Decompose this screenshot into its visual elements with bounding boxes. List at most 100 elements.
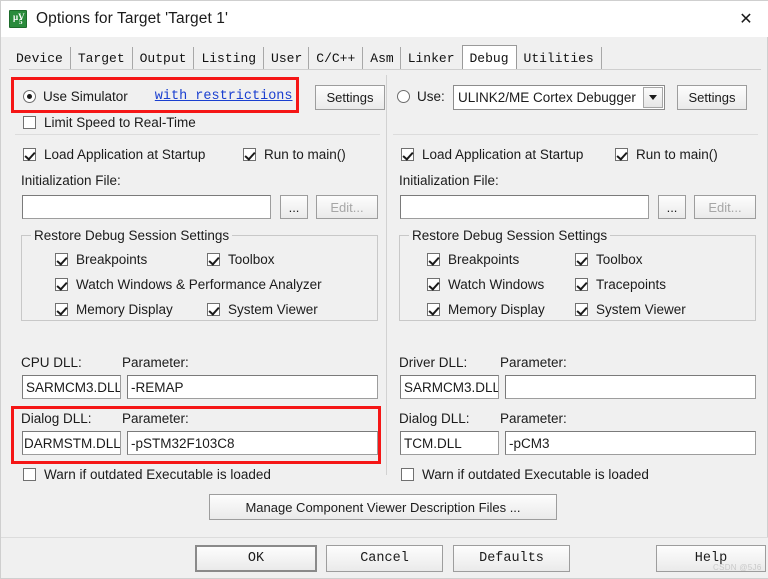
- tab-linker[interactable]: Linker: [400, 47, 463, 69]
- use-debugger-row[interactable]: Use:: [397, 89, 445, 104]
- restore-system-viewer-checkbox-right[interactable]: [575, 303, 588, 316]
- initialization-file-label-right: Initialization File:: [399, 173, 499, 188]
- restore-memory-display-checkbox-right[interactable]: [427, 303, 440, 316]
- restore-system-viewer-label-left: System Viewer: [228, 302, 318, 317]
- load-application-label-right: Load Application at Startup: [422, 147, 584, 162]
- chevron-down-icon[interactable]: [643, 87, 663, 108]
- restore-memory-display-row-left[interactable]: Memory Display: [55, 302, 173, 317]
- initialization-file-browse-button-right[interactable]: ...: [658, 195, 686, 219]
- restore-watch-windows-checkbox-left[interactable]: [55, 278, 68, 291]
- restore-toolbox-checkbox-right[interactable]: [575, 253, 588, 266]
- manage-component-viewer-button[interactable]: Manage Component Viewer Description File…: [209, 494, 557, 520]
- load-application-label: Load Application at Startup: [44, 147, 206, 162]
- restore-toolbox-label-right: Toolbox: [596, 252, 643, 267]
- run-to-main-checkbox-right[interactable]: [615, 148, 628, 161]
- restore-toolbox-label-left: Toolbox: [228, 252, 275, 267]
- ok-button[interactable]: OK: [195, 545, 317, 572]
- driver-parameter-label: Parameter:: [500, 355, 567, 370]
- limit-speed-checkbox[interactable]: [23, 116, 36, 129]
- tab-debug[interactable]: Debug: [461, 45, 517, 70]
- tab-device[interactable]: Device: [9, 47, 71, 69]
- run-to-main-checkbox[interactable]: [243, 148, 256, 161]
- driver-dll-input[interactable]: SARMCM3.DLL: [400, 375, 499, 399]
- tab-user[interactable]: User: [264, 47, 305, 69]
- restore-memory-display-checkbox-left[interactable]: [55, 303, 68, 316]
- initialization-file-input[interactable]: [22, 195, 271, 219]
- warn-outdated-checkbox-left[interactable]: [23, 468, 36, 481]
- restore-breakpoints-checkbox-left[interactable]: [55, 253, 68, 266]
- restore-tracepoints-row-right[interactable]: Tracepoints: [575, 277, 666, 292]
- run-to-main-label: Run to main(): [264, 147, 346, 162]
- tab-bar: Device Target Output Listing User C/C++ …: [9, 45, 761, 70]
- load-application-checkbox[interactable]: [23, 148, 36, 161]
- simulator-settings-button[interactable]: Settings: [315, 85, 385, 110]
- initialization-file-browse-button[interactable]: ...: [280, 195, 308, 219]
- restore-toolbox-row-right[interactable]: Toolbox: [575, 252, 643, 267]
- warn-outdated-label-left: Warn if outdated Executable is loaded: [44, 467, 271, 482]
- cpu-parameter-input[interactable]: -REMAP: [127, 375, 378, 399]
- limit-speed-label: Limit Speed to Real-Time: [44, 115, 196, 130]
- cpu-dll-input[interactable]: SARMCM3.DLL: [22, 375, 121, 399]
- footer-bar: OK Cancel Defaults Help: [1, 537, 768, 578]
- tab-target[interactable]: Target: [70, 47, 133, 69]
- restore-watch-windows-row-left[interactable]: Watch Windows & Performance Analyzer: [55, 277, 322, 292]
- dialog-parameter-label-right: Parameter:: [500, 411, 567, 426]
- tab-cpp[interactable]: C/C++: [309, 47, 364, 69]
- use-simulator-label: Use Simulator: [43, 89, 128, 104]
- cancel-button[interactable]: Cancel: [326, 545, 443, 572]
- dialog-dll-input-right[interactable]: TCM.DLL: [400, 431, 499, 455]
- use-simulator-row[interactable]: Use Simulator with restrictions: [23, 89, 293, 104]
- restore-toolbox-checkbox-left[interactable]: [207, 253, 220, 266]
- use-debugger-label: Use:: [417, 89, 445, 104]
- right-section-divider: [393, 134, 758, 135]
- dialog-dll-input-left[interactable]: DARMSTM.DLL: [22, 431, 121, 455]
- cpu-dll-label: CPU DLL:: [21, 355, 82, 370]
- warn-outdated-checkbox-right[interactable]: [401, 468, 414, 481]
- initialization-file-input-right[interactable]: [400, 195, 649, 219]
- restore-memory-display-row-right[interactable]: Memory Display: [427, 302, 545, 317]
- left-section-divider: [15, 134, 380, 135]
- restore-system-viewer-row-right[interactable]: System Viewer: [575, 302, 686, 317]
- defaults-button[interactable]: Defaults: [453, 545, 570, 572]
- restore-breakpoints-row-left[interactable]: Breakpoints: [55, 252, 147, 267]
- restore-toolbox-row-left[interactable]: Toolbox: [207, 252, 275, 267]
- warn-outdated-row-right[interactable]: Warn if outdated Executable is loaded: [401, 467, 649, 482]
- tab-output[interactable]: Output: [132, 47, 195, 69]
- load-application-row-right[interactable]: Load Application at Startup: [401, 147, 583, 162]
- dialog-dll-label-right: Dialog DLL:: [399, 411, 470, 426]
- restore-breakpoints-checkbox-right[interactable]: [427, 253, 440, 266]
- use-simulator-radio[interactable]: [23, 90, 36, 103]
- warn-outdated-row-left[interactable]: Warn if outdated Executable is loaded: [23, 467, 271, 482]
- restore-watch-windows-label-left: Watch Windows & Performance Analyzer: [76, 277, 322, 292]
- initialization-file-edit-button-right: Edit...: [694, 195, 756, 219]
- debugger-select-value: ULINK2/ME Cortex Debugger: [458, 90, 636, 105]
- limit-speed-row[interactable]: Limit Speed to Real-Time: [23, 115, 196, 130]
- dialog-parameter-input-right[interactable]: -pCM3: [505, 431, 756, 455]
- run-to-main-row[interactable]: Run to main(): [243, 147, 346, 162]
- tab-listing[interactable]: Listing: [194, 47, 265, 69]
- restore-group-title-right: Restore Debug Session Settings: [409, 228, 611, 243]
- debugger-settings-button[interactable]: Settings: [677, 85, 747, 110]
- use-debugger-radio[interactable]: [397, 90, 410, 103]
- run-to-main-row-right[interactable]: Run to main(): [615, 147, 718, 162]
- restore-watch-windows-checkbox-right[interactable]: [427, 278, 440, 291]
- with-restrictions-link[interactable]: with restrictions: [155, 89, 293, 104]
- cpu-parameter-label: Parameter:: [122, 355, 189, 370]
- tab-utilities[interactable]: Utilities: [516, 47, 602, 69]
- driver-dll-label: Driver DLL:: [399, 355, 468, 370]
- restore-system-viewer-row-left[interactable]: System Viewer: [207, 302, 318, 317]
- title-bar: μV 5 Options for Target 'Target 1' ✕: [1, 1, 768, 37]
- tab-asm[interactable]: Asm: [363, 47, 396, 69]
- debugger-select[interactable]: ULINK2/ME Cortex Debugger: [453, 85, 665, 110]
- load-application-row[interactable]: Load Application at Startup: [23, 147, 205, 162]
- driver-parameter-input[interactable]: [505, 375, 756, 399]
- restore-breakpoints-row-right[interactable]: Breakpoints: [427, 252, 519, 267]
- close-icon[interactable]: ✕: [723, 1, 768, 37]
- restore-system-viewer-checkbox-left[interactable]: [207, 303, 220, 316]
- dialog-parameter-input-left[interactable]: -pSTM32F103C8: [127, 431, 378, 455]
- restore-tracepoints-checkbox-right[interactable]: [575, 278, 588, 291]
- options-dialog: μV 5 Options for Target 'Target 1' ✕ Dev…: [0, 0, 768, 579]
- window-title: Options for Target 'Target 1': [36, 10, 229, 27]
- load-application-checkbox-right[interactable]: [401, 148, 414, 161]
- restore-watch-windows-row-right[interactable]: Watch Windows: [427, 277, 544, 292]
